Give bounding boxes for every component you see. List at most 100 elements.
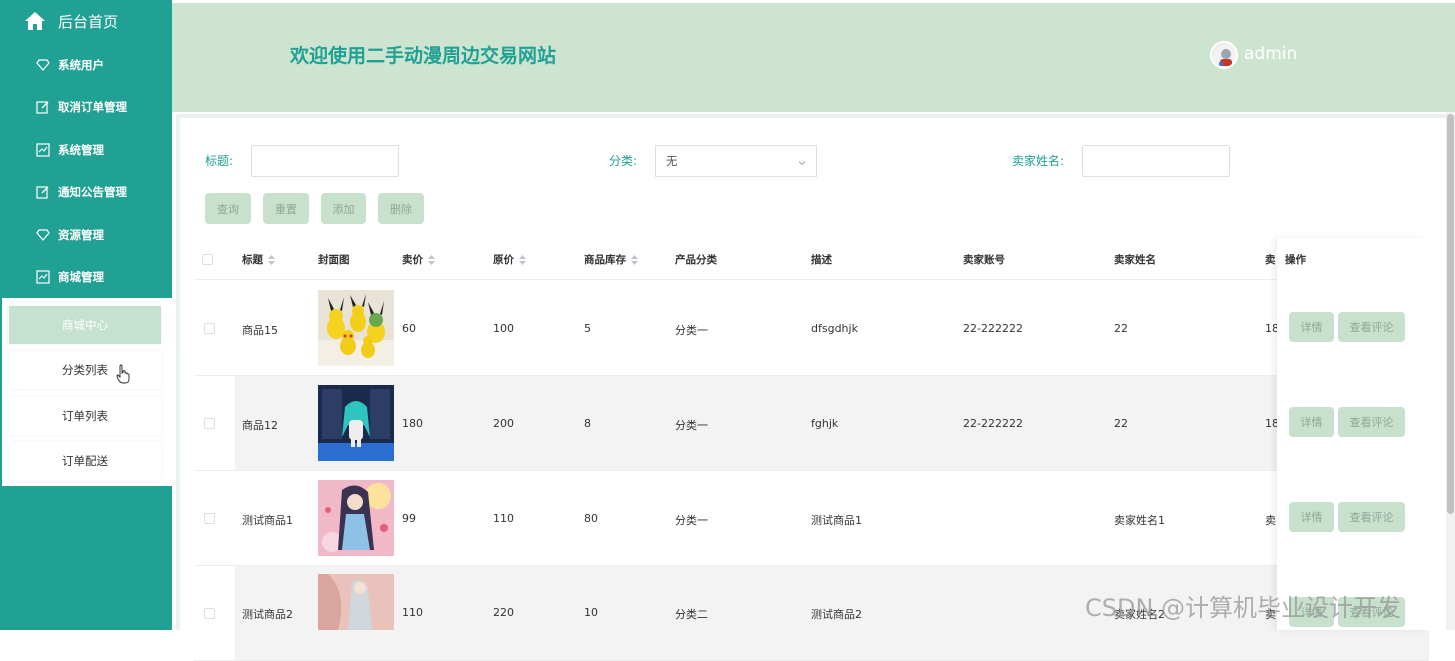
menu-item-resource-management[interactable]: 资源管理 (0, 214, 172, 256)
cell-description: 测试商品1 (811, 514, 862, 527)
view-comments-button[interactable]: 查看评论 (1338, 407, 1405, 437)
scrollbar-thumb[interactable] (1447, 114, 1454, 514)
cell-original-price: 100 (493, 322, 514, 335)
chart-icon (36, 270, 50, 284)
delete-button[interactable]: 删除 (378, 193, 424, 224)
menu-label: 取消订单管理 (58, 100, 127, 114)
cell-title: 测试商品2 (242, 608, 293, 621)
edit-icon (36, 100, 50, 114)
seller-filter-label: 卖家姓名: (1012, 154, 1065, 168)
cell-seller-account: 22-222222 (963, 417, 1023, 430)
menu-item-system-management[interactable]: 系统管理 (0, 129, 172, 171)
mall-submenu: 商城中心 分类列表 订单列表 订单配送 (2, 298, 172, 486)
cell-price: 99 (402, 512, 416, 525)
title-filter-input[interactable] (251, 145, 399, 177)
cover-image-anime-girl (318, 480, 394, 556)
sort-icon (268, 255, 275, 265)
category-select-value: 无 (666, 154, 678, 168)
sort-icon (428, 255, 435, 265)
table-row: 商品15 60 100 5 分类一 dfsgdhjk 22-222222 22 … (194, 281, 1429, 376)
view-comments-button[interactable]: 查看评论 (1338, 502, 1405, 532)
cell-category: 分类一 (675, 514, 708, 527)
col-cover: 封面图 (318, 254, 350, 266)
cell-seller-name: 22 (1114, 417, 1128, 430)
cell-description: 测试商品2 (811, 608, 862, 621)
table-row: 测试商品1 99 110 80 分类一 测试商品1 卖家姓名1 卖 (194, 471, 1429, 566)
col-truncated: 卖 (1265, 254, 1276, 266)
cell-stock: 80 (584, 512, 598, 525)
home-icon (24, 11, 46, 31)
row-checkbox[interactable] (204, 608, 215, 619)
menu-item-system-users[interactable]: 系统用户 (0, 44, 172, 86)
col-seller-account: 卖家账号 (963, 254, 1005, 266)
cell-title: 商品15 (242, 324, 278, 337)
top-header: 欢迎使用二手动漫周边交易网站 admin (172, 0, 1455, 112)
detail-button[interactable]: 详情 (1289, 312, 1334, 342)
menu-item-notice-management[interactable]: 通知公告管理 (0, 171, 172, 213)
menu-label: 资源管理 (58, 228, 104, 242)
cover-image-figure (318, 574, 394, 630)
col-category: 产品分类 (675, 254, 717, 266)
home-link[interactable]: 后台首页 (0, 0, 172, 42)
row-checkbox[interactable] (204, 418, 215, 429)
cell-original-price: 110 (493, 512, 514, 525)
cell-seller-account: 22-222222 (963, 322, 1023, 335)
sort-icon (519, 255, 526, 265)
chart-icon (36, 143, 50, 157)
cell-stock: 5 (584, 322, 591, 335)
seller-filter-input[interactable] (1082, 145, 1230, 177)
table-header: 标题 封面图 卖价 原价 商品库存 产品分类 描述 卖家账号 卖家姓名 卖 (194, 238, 1429, 280)
cell-seller-name: 22 (1114, 322, 1128, 335)
add-button[interactable]: 添加 (321, 193, 366, 224)
col-original-price[interactable]: 原价 (493, 252, 526, 267)
row-checkbox[interactable] (204, 513, 215, 524)
select-all-checkbox[interactable] (202, 254, 213, 265)
table-row: 商品12 180 200 8 分类一 fghjk 22-222222 22 18 (194, 376, 1429, 471)
submenu-mall-center[interactable]: 商城中心 (9, 306, 161, 344)
sort-icon (631, 255, 638, 265)
cell-description: fghjk (811, 417, 839, 430)
watermark: CSDN @计算机毕业设计开发 (1085, 594, 1402, 622)
cell-price: 60 (402, 322, 416, 335)
avatar[interactable] (1210, 41, 1238, 69)
cell-original-price: 200 (493, 417, 514, 430)
query-button[interactable]: 查询 (205, 193, 251, 224)
submenu-category-list[interactable]: 分类列表 (9, 351, 161, 389)
category-select[interactable]: 无 (655, 145, 817, 177)
cell-description: dfsgdhjk (811, 322, 858, 335)
cover-image-pikachu (318, 290, 394, 366)
detail-button[interactable]: 详情 (1289, 407, 1334, 437)
page-scrollbar[interactable] (1446, 112, 1455, 630)
cell-category: 分类一 (675, 419, 708, 432)
menu-item-cancel-orders[interactable]: 取消订单管理 (0, 86, 172, 128)
diamond-icon (36, 228, 50, 242)
menu-label: 通知公告管理 (58, 185, 127, 199)
col-stock[interactable]: 商品库存 (584, 252, 638, 267)
reset-button[interactable]: 重置 (263, 193, 309, 224)
page-title: 欢迎使用二手动漫周边交易网站 (290, 45, 557, 67)
detail-button[interactable]: 详情 (1289, 502, 1334, 532)
col-title[interactable]: 标题 (242, 252, 275, 267)
cell-seller-name: 卖家姓名1 (1114, 514, 1165, 527)
menu-label: 系统管理 (58, 143, 104, 157)
cell-price: 180 (402, 417, 423, 430)
cell-price: 110 (402, 606, 423, 619)
edit-icon (36, 185, 50, 199)
col-description: 描述 (811, 254, 832, 266)
row-checkbox[interactable] (204, 323, 215, 334)
col-seller-name: 卖家姓名 (1114, 254, 1156, 266)
operations-column: 操作 详情 查看评论 详情 查看评论 详情 查看评论 详情 查看评论 (1277, 238, 1429, 630)
username[interactable]: admin (1244, 44, 1297, 64)
submenu-order-delivery[interactable]: 订单配送 (9, 442, 161, 480)
cell-title: 测试商品1 (242, 514, 293, 527)
cell-category: 分类一 (675, 324, 708, 337)
chevron-down-icon (798, 156, 806, 166)
submenu-order-list[interactable]: 订单列表 (9, 397, 161, 435)
cell-stock: 8 (584, 417, 591, 430)
col-price[interactable]: 卖价 (402, 252, 435, 267)
diamond-icon (36, 58, 50, 72)
category-filter-label: 分类: (609, 154, 638, 168)
col-operations: 操作 (1285, 254, 1306, 266)
menu-item-mall-management[interactable]: 商城管理 (0, 256, 172, 298)
view-comments-button[interactable]: 查看评论 (1338, 312, 1405, 342)
